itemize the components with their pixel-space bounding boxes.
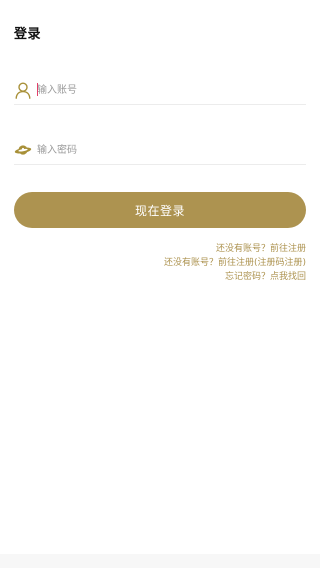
register-link[interactable]: 还没有账号？前往注册	[164, 242, 306, 256]
login-button[interactable]: 现在登录	[14, 192, 306, 228]
account-input[interactable]	[37, 80, 277, 100]
password-field[interactable]	[14, 136, 306, 165]
register-code-link[interactable]: 还没有账号？前往注册(注册码注册)	[164, 256, 306, 270]
password-input[interactable]	[37, 140, 277, 160]
page-title: 登录	[14, 27, 42, 42]
text-cursor	[37, 83, 38, 96]
forgot-password-link[interactable]: 忘记密码？点我找回	[164, 270, 306, 284]
login-page: 登录 现在登录 还没有账号？前往注册 还没有账号？前往注册(注册码注册) 忘记密…	[0, 0, 320, 568]
account-field[interactable]	[14, 76, 306, 105]
planet-icon	[14, 141, 32, 159]
user-icon	[14, 81, 32, 99]
auth-links: 还没有账号？前往注册 还没有账号？前往注册(注册码注册) 忘记密码？点我找回	[164, 242, 306, 284]
bottom-bar	[0, 554, 320, 568]
